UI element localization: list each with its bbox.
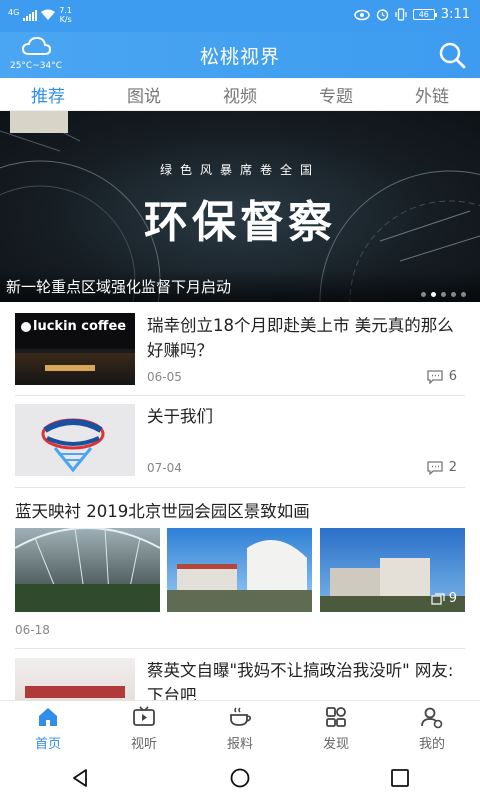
gallery-images[interactable]: 9 — [15, 528, 465, 612]
tab-topics[interactable]: 专题 — [309, 82, 363, 107]
carousel-dots — [421, 292, 466, 297]
tv-icon — [133, 706, 155, 726]
nav-media[interactable]: 视听 — [96, 701, 192, 756]
category-tabs: 推荐 图说 视频 专题 外链 — [0, 78, 480, 111]
status-bar: 4G 7.1 K/s 46 3:11 — [0, 0, 480, 32]
news-thumbnail — [15, 658, 135, 700]
comment-icon — [427, 369, 443, 384]
banner-caption: 新一轮重点区域强化监督下月启动 — [0, 270, 480, 302]
discover-icon — [326, 707, 346, 727]
vibrate-icon — [395, 8, 407, 21]
wifi-icon — [41, 9, 56, 20]
gallery-title[interactable]: 蓝天映衬 2019北京世园会园区景致如画 — [15, 498, 310, 522]
news-title: 瑞幸创立18个月即赴美上市 美元真的那么好赚吗？ — [147, 316, 454, 360]
nav-label: 报料 — [226, 737, 253, 752]
news-title: 蔡英文自曝"我妈不让搞政治我没听" 网友:下台吧 — [147, 661, 454, 700]
clock: 3:11 — [440, 7, 470, 22]
speed-unit: K/s — [59, 15, 72, 24]
system-navigation-bar — [0, 756, 480, 800]
carousel-dot — [451, 292, 456, 297]
news-item-about[interactable]: 关于我们 07-04 2 — [15, 404, 465, 486]
nav-label: 首页 — [34, 737, 61, 752]
nav-label: 视听 — [130, 737, 157, 752]
gallery-date: 06-18 — [15, 623, 50, 637]
comment-count: 6 — [427, 369, 457, 384]
news-date: 06-05 — [147, 370, 182, 384]
nav-home[interactable]: 首页 — [0, 701, 96, 756]
tab-links[interactable]: 外链 — [405, 82, 459, 107]
news-item-partial[interactable]: 蔡英文自曝"我妈不让搞政治我没听" 网友:下台吧 — [15, 658, 465, 700]
news-date: 07-04 — [147, 461, 182, 475]
news-thumbnail — [15, 404, 135, 476]
logo-graphic — [41, 418, 105, 473]
banner-carousel[interactable]: 绿色风暴席卷全国 环保督察 新一轮重点区域强化监督下月启动 — [0, 111, 480, 302]
speed-value: 7.1 — [59, 6, 73, 15]
signal-icon — [23, 9, 38, 21]
banner-subtitle: 绿色风暴席卷全国 — [159, 163, 320, 177]
app-header: 25°C~34°C 松桃视界 — [0, 32, 480, 78]
image-count-value: 9 — [448, 591, 457, 606]
battery-icon: 46 — [412, 9, 437, 20]
back-icon[interactable] — [69, 767, 91, 789]
carousel-dot — [431, 292, 436, 297]
comment-count-value: 2 — [448, 460, 457, 475]
gallery-image — [167, 528, 312, 612]
alarm-icon — [376, 9, 388, 21]
banner-headline: 环保督察 — [144, 197, 336, 248]
nav-discover[interactable]: 发现 — [288, 701, 384, 756]
eye-icon — [354, 9, 370, 20]
user-icon — [421, 707, 443, 729]
comment-icon — [427, 460, 443, 475]
news-item-luckin[interactable]: luckin coffee 瑞幸创立18个月即赴美上市 美元真的那么好赚吗？ 0… — [15, 313, 465, 395]
coffee-cup-icon — [230, 707, 251, 726]
gallery-image: 9 — [320, 528, 465, 612]
carousel-dot — [441, 292, 446, 297]
home-icon — [39, 708, 57, 726]
recent-apps-icon[interactable] — [389, 767, 411, 789]
nav-report[interactable]: 报料 — [192, 701, 288, 756]
divider — [15, 395, 465, 396]
home-button-icon[interactable] — [229, 767, 251, 789]
gallery-image — [15, 528, 160, 612]
comment-count-value: 6 — [448, 369, 457, 384]
images-icon — [431, 592, 445, 605]
divider — [15, 648, 465, 649]
nav-label: 我的 — [418, 737, 445, 752]
carousel-dot — [421, 292, 426, 297]
nav-profile[interactable]: 我的 — [384, 701, 480, 756]
tab-pictures[interactable]: 图说 — [117, 82, 171, 107]
image-count: 9 — [431, 591, 457, 606]
app-title: 松桃视界 — [199, 46, 280, 68]
news-title: 关于我们 — [147, 407, 213, 426]
nav-label: 发现 — [322, 737, 349, 752]
network-speed: 7.1 K/s — [59, 6, 72, 24]
carousel-dot — [461, 292, 466, 297]
bottom-navigation: 首页 视听 报料 发现 我的 — [0, 700, 480, 756]
tab-video[interactable]: 视频 — [213, 82, 267, 107]
app-screen: 4G 7.1 K/s 46 3:11 25°C~34°C 松桃视界 推荐 图说 … — [0, 0, 480, 800]
divider — [15, 487, 465, 488]
thumbnail-brand-text: luckin coffee — [33, 319, 127, 334]
banner-thumb — [10, 111, 68, 133]
tab-recommend[interactable]: 推荐 — [21, 82, 75, 107]
news-thumbnail: luckin coffee — [15, 313, 135, 385]
comment-count: 2 — [427, 460, 457, 475]
search-icon[interactable] — [438, 41, 466, 69]
network-label: 4G — [8, 7, 20, 17]
